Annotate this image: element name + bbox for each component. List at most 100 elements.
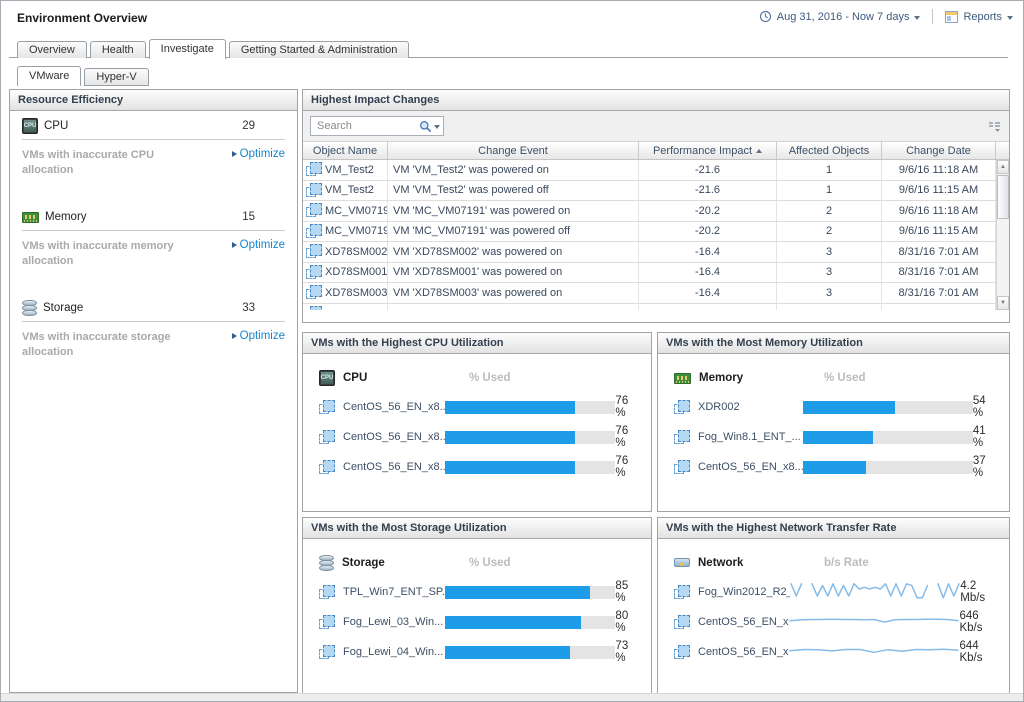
- vm-name: CentOS_56_EN_x8...: [343, 401, 445, 413]
- scroll-down-button[interactable]: ▼: [997, 296, 1009, 310]
- metric-label: Storage: [43, 302, 83, 314]
- value-column-label: b/s Rate: [824, 557, 869, 569]
- utilization-row[interactable]: Fog_Lewi_04_Win... 73 %: [303, 637, 651, 667]
- change-date: [882, 304, 996, 311]
- panel-title: Highest Impact Changes: [303, 90, 1009, 111]
- sub-tab-hyper-v[interactable]: Hyper-V: [84, 68, 148, 86]
- sub-tab-bar: VMwareHyper-V: [17, 66, 149, 86]
- utilization-row[interactable]: CentOS_56_EN_x8... 76 %: [303, 422, 651, 452]
- utilization-row[interactable]: CentOS_56_EN_x8... 37 %: [658, 452, 1009, 482]
- column-header-change-date[interactable]: Change Date: [882, 142, 996, 159]
- table-options-icon[interactable]: [987, 119, 1002, 133]
- network-icon: [674, 557, 690, 570]
- sub-tab-vmware[interactable]: VMware: [17, 66, 81, 86]
- transfer-rate-row[interactable]: CentOS_56_EN_x8... 644 Kb/s: [658, 637, 1009, 667]
- resource-efficiency-group: Storage 33 VMs with inaccurate storage a…: [10, 295, 297, 360]
- rate-value: 646 Kb/s: [959, 610, 999, 634]
- change-date: 9/6/16 11:18 AM: [882, 160, 996, 180]
- utilization-row[interactable]: CentOS_56_EN_x8... 76 %: [303, 452, 651, 482]
- affected-objects: [777, 304, 882, 311]
- column-header-change-event[interactable]: Change Event: [388, 142, 639, 159]
- main-tab-health[interactable]: Health: [90, 41, 146, 58]
- table-row[interactable]: MC_VM07191 VM 'MC_VM07191' was powered o…: [303, 222, 996, 243]
- vm-icon: [319, 645, 335, 660]
- vertical-scrollbar[interactable]: ▲ ▼: [996, 160, 1009, 310]
- affected-objects: 3: [777, 242, 882, 262]
- divider: [932, 9, 933, 24]
- object-name: MC_VM07191: [325, 225, 388, 237]
- main-tab-getting-started-administration[interactable]: Getting Started & Administration: [229, 41, 410, 58]
- table-row[interactable]: [303, 304, 996, 311]
- table-row[interactable]: XD78SM002 VM 'XD78SM002' was powered on …: [303, 242, 996, 263]
- utilization-bar: [803, 461, 973, 474]
- table-row[interactable]: XD78SM001 VM 'XD78SM001' was powered on …: [303, 263, 996, 284]
- performance-impact: -21.6: [639, 181, 777, 201]
- main-tab-investigate[interactable]: Investigate: [149, 39, 226, 59]
- search-options-chevron-icon[interactable]: [434, 125, 440, 129]
- optimize-link[interactable]: Optimize: [232, 330, 285, 342]
- utilization-bar: [445, 646, 615, 659]
- scrollbar-thumb[interactable]: [997, 175, 1009, 219]
- column-header-object-name[interactable]: Object Name: [303, 142, 388, 159]
- metric-label: CPU: [44, 120, 68, 132]
- table-row[interactable]: VM_Test2 VM 'VM_Test2' was powered off -…: [303, 181, 996, 202]
- vm-icon: [306, 203, 322, 218]
- vm-name: Fog_Lewi_04_Win...: [343, 646, 445, 658]
- column-header-affected-objects[interactable]: Affected Objects: [777, 142, 882, 159]
- utilization-value: 76 %: [615, 455, 641, 479]
- panel-title: VMs with the Highest Network Transfer Ra…: [658, 518, 1009, 539]
- vm-icon: [674, 615, 690, 630]
- resource-efficiency-group: CPU CPU 29 VMs with inaccurate CPU alloc…: [10, 113, 297, 178]
- panel-title: Resource Efficiency: [10, 90, 297, 111]
- rate-sparkline: [790, 580, 960, 605]
- chevron-down-icon[interactable]: [914, 16, 920, 20]
- metric-label: CPU: [343, 372, 367, 384]
- change-date: 8/31/16 7:01 AM: [882, 263, 996, 283]
- table-row[interactable]: MC_VM07191 VM 'MC_VM07191' was powered o…: [303, 201, 996, 222]
- change-event: VM 'VM_Test2' was powered off: [388, 181, 639, 201]
- utilization-bar: [803, 401, 973, 414]
- transfer-rate-row[interactable]: Fog_Win2012_R2_... 4.2 Mb/s: [658, 577, 1009, 607]
- metric-label: Memory: [699, 372, 743, 384]
- object-name: XD78SM003: [325, 287, 387, 299]
- table-header-row: Object NameChange EventPerformance Impac…: [303, 142, 1009, 160]
- main-tab-overview[interactable]: Overview: [17, 41, 87, 58]
- sort-ascending-icon: [756, 149, 762, 153]
- vm-icon: [674, 460, 690, 475]
- search-box[interactable]: [310, 116, 444, 136]
- affected-objects: 3: [777, 263, 882, 283]
- cpu-icon: CPU: [22, 118, 38, 134]
- optimize-link[interactable]: Optimize: [232, 239, 285, 251]
- affected-objects: 2: [777, 222, 882, 242]
- reports-button[interactable]: Reports: [963, 11, 1002, 23]
- table-row[interactable]: XD78SM003 VM 'XD78SM003' was powered on …: [303, 283, 996, 304]
- utilization-row[interactable]: Fog_Win8.1_ENT_... 41 %: [658, 422, 1009, 452]
- utilization-row[interactable]: TPL_Win7_ENT_SP... 85 %: [303, 577, 651, 607]
- scroll-up-button[interactable]: ▲: [997, 160, 1009, 174]
- transfer-rate-row[interactable]: CentOS_56_EN_x8... 646 Kb/s: [658, 607, 1009, 637]
- time-range-icon: [759, 10, 772, 23]
- vm-name: CentOS_56_EN_x8...: [343, 461, 445, 473]
- search-icon[interactable]: [419, 120, 432, 133]
- vm-icon: [306, 244, 322, 259]
- optimize-link[interactable]: Optimize: [232, 148, 285, 160]
- vm-name: Fog_Lewi_03_Win...: [343, 616, 445, 628]
- chevron-down-icon[interactable]: [1007, 16, 1013, 20]
- affected-objects: 2: [777, 201, 882, 221]
- search-input[interactable]: [315, 119, 419, 133]
- performance-impact: -16.4: [639, 263, 777, 283]
- time-range-selector[interactable]: Aug 31, 2016 - Now 7 days: [777, 11, 910, 23]
- rate-sparkline: [789, 610, 959, 635]
- column-header-performance-impact[interactable]: Performance Impact: [639, 142, 777, 159]
- vm-icon: [319, 430, 335, 445]
- utilization-row[interactable]: CentOS_56_EN_x8... 76 %: [303, 392, 651, 422]
- utilization-bar: [445, 431, 615, 444]
- table-row[interactable]: VM_Test2 VM 'VM_Test2' was powered on -2…: [303, 160, 996, 181]
- performance-impact: -21.6: [639, 160, 777, 180]
- vm-icon: [306, 285, 322, 300]
- utilization-bar: [445, 401, 615, 414]
- vm-icon: [674, 585, 690, 600]
- utilization-row[interactable]: XDR002 54 %: [658, 392, 1009, 422]
- utilization-row[interactable]: Fog_Lewi_03_Win... 80 %: [303, 607, 651, 637]
- utilization-bar: [445, 586, 615, 599]
